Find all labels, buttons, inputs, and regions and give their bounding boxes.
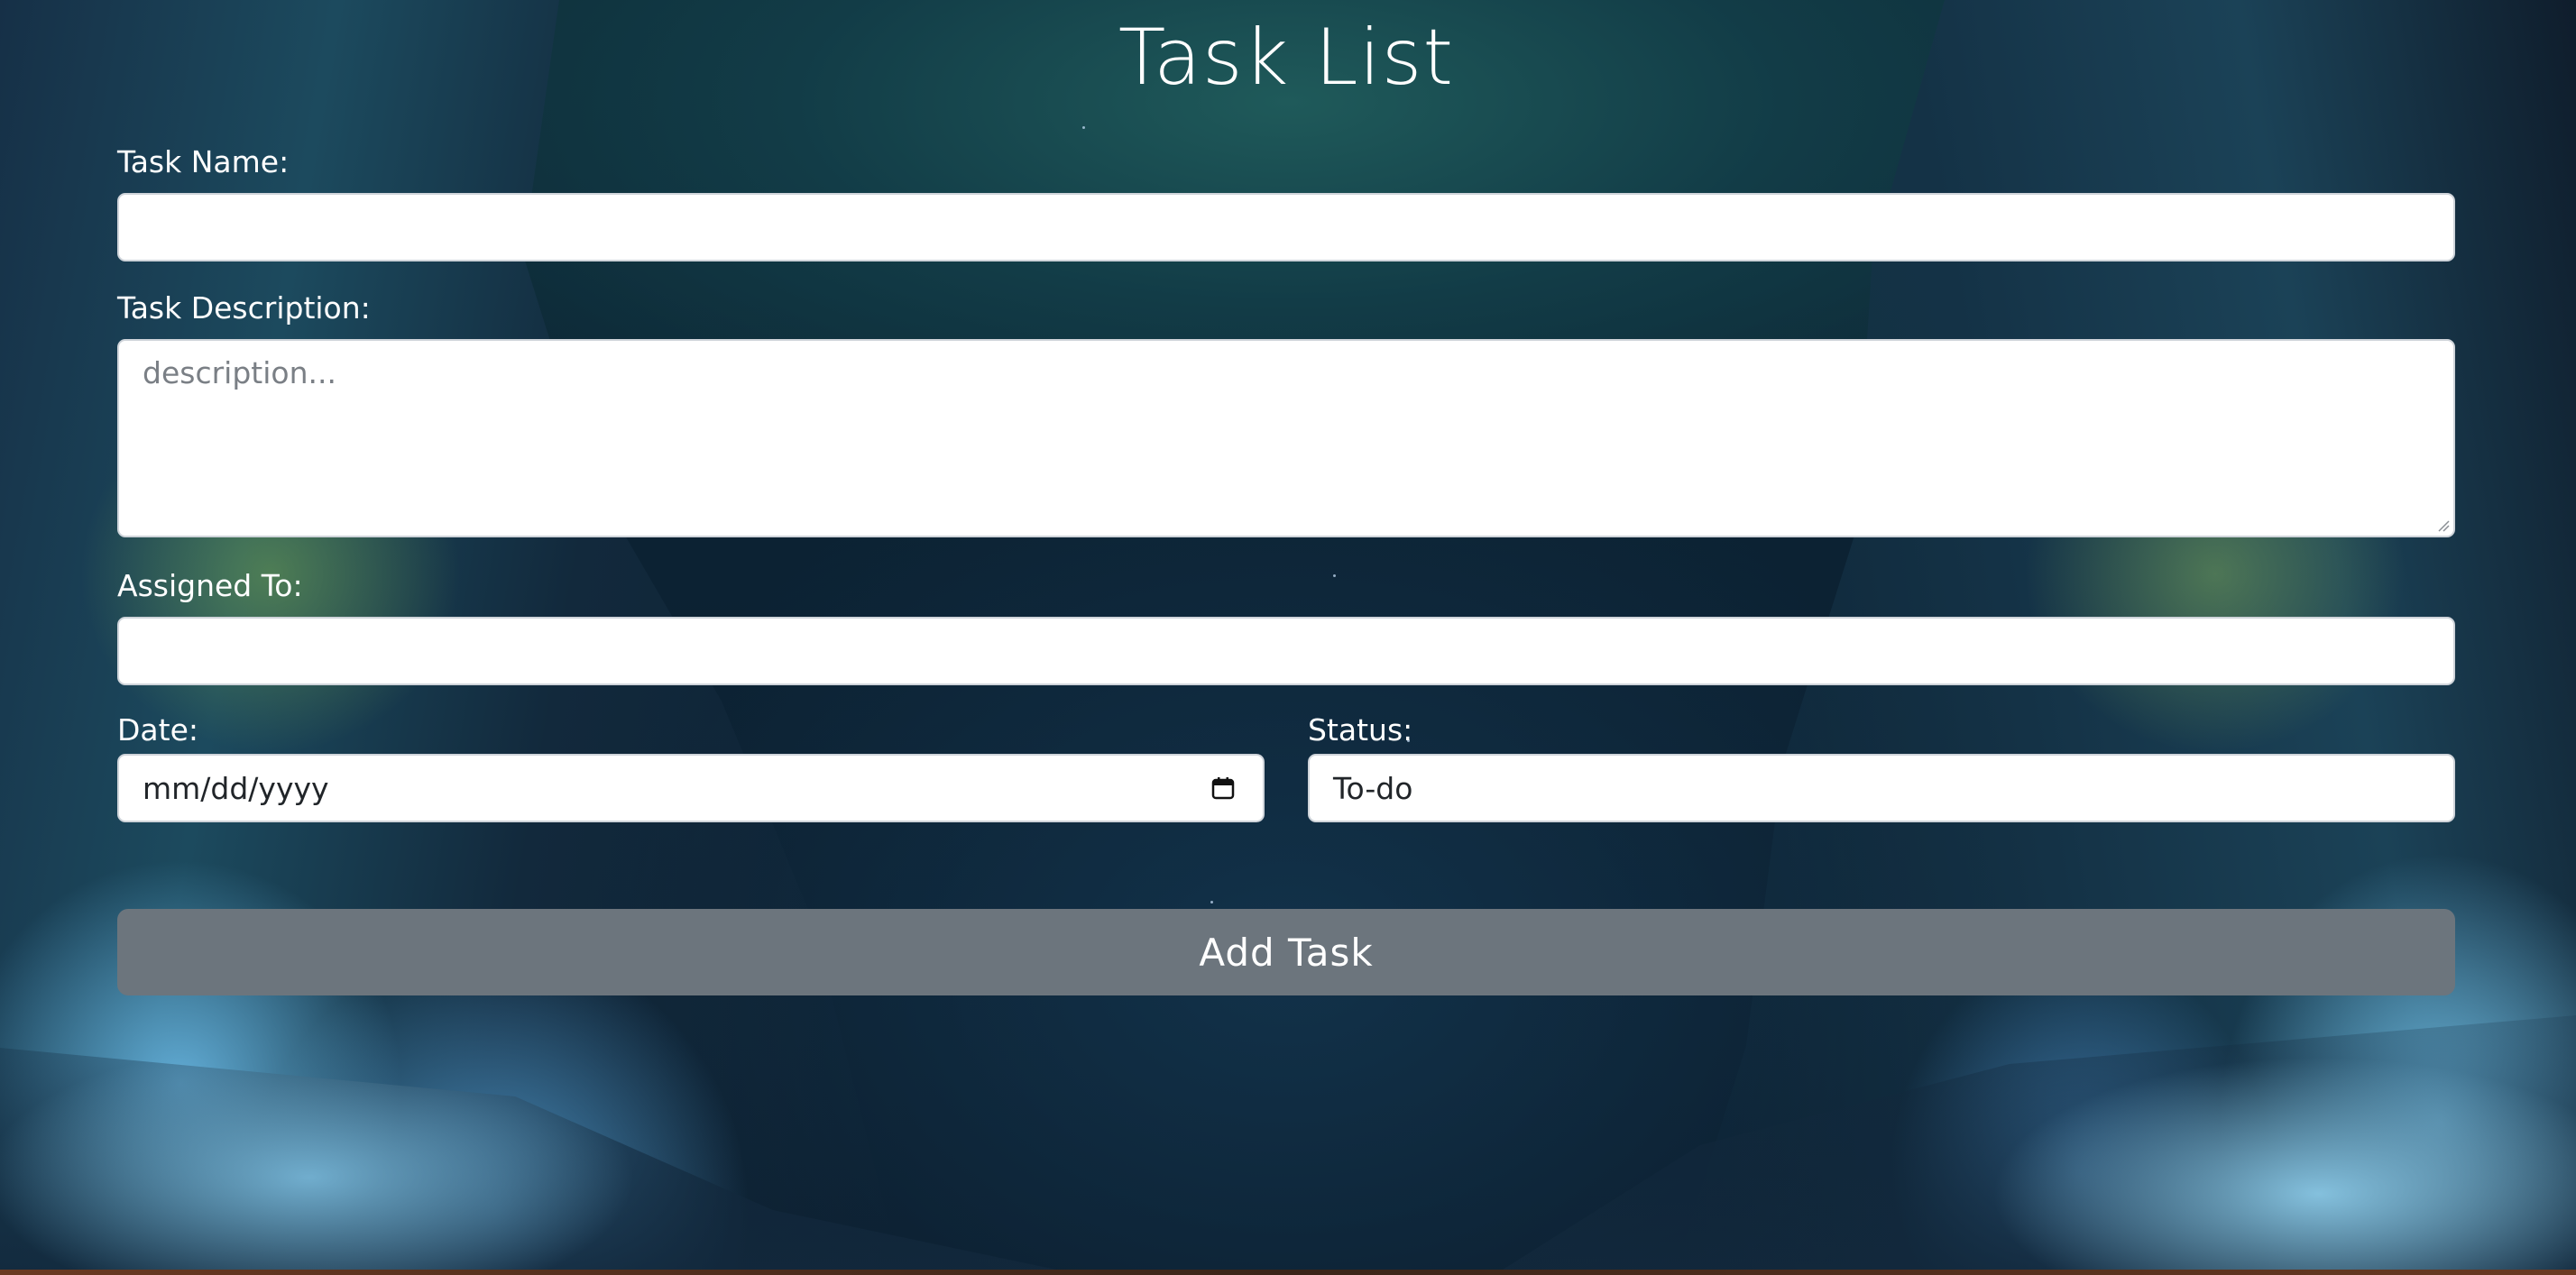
date-input-value: mm/dd/yyyy [143, 770, 329, 806]
date-column: Date: mm/dd/yyyy [117, 712, 1265, 822]
task-name-input[interactable] [117, 193, 2455, 261]
assigned-to-label: Assigned To: [117, 568, 303, 603]
bottom-edge-strip [0, 1270, 2576, 1275]
date-label: Date: [117, 712, 198, 748]
add-task-button[interactable]: Add Task [117, 909, 2455, 995]
status-label: Status: [1308, 712, 1413, 748]
date-status-row: Date: mm/dd/yyyy Status: To-do [117, 712, 2455, 822]
status-value: To-do [1333, 770, 1413, 806]
task-description-textarea[interactable] [117, 339, 2455, 537]
page-title: Task List [1118, 13, 1455, 103]
task-form-container: Task List Task Name: Task Description: A… [117, 0, 2455, 995]
date-input[interactable]: mm/dd/yyyy [117, 754, 1265, 822]
status-column: Status: To-do [1308, 712, 2455, 822]
status-select[interactable]: To-do [1308, 754, 2455, 822]
assigned-to-input[interactable] [117, 617, 2455, 685]
resize-grip-icon[interactable] [2435, 518, 2450, 532]
calendar-icon[interactable] [1210, 775, 1236, 801]
task-name-label: Task Name: [117, 144, 290, 179]
task-description-label: Task Description: [117, 290, 371, 326]
